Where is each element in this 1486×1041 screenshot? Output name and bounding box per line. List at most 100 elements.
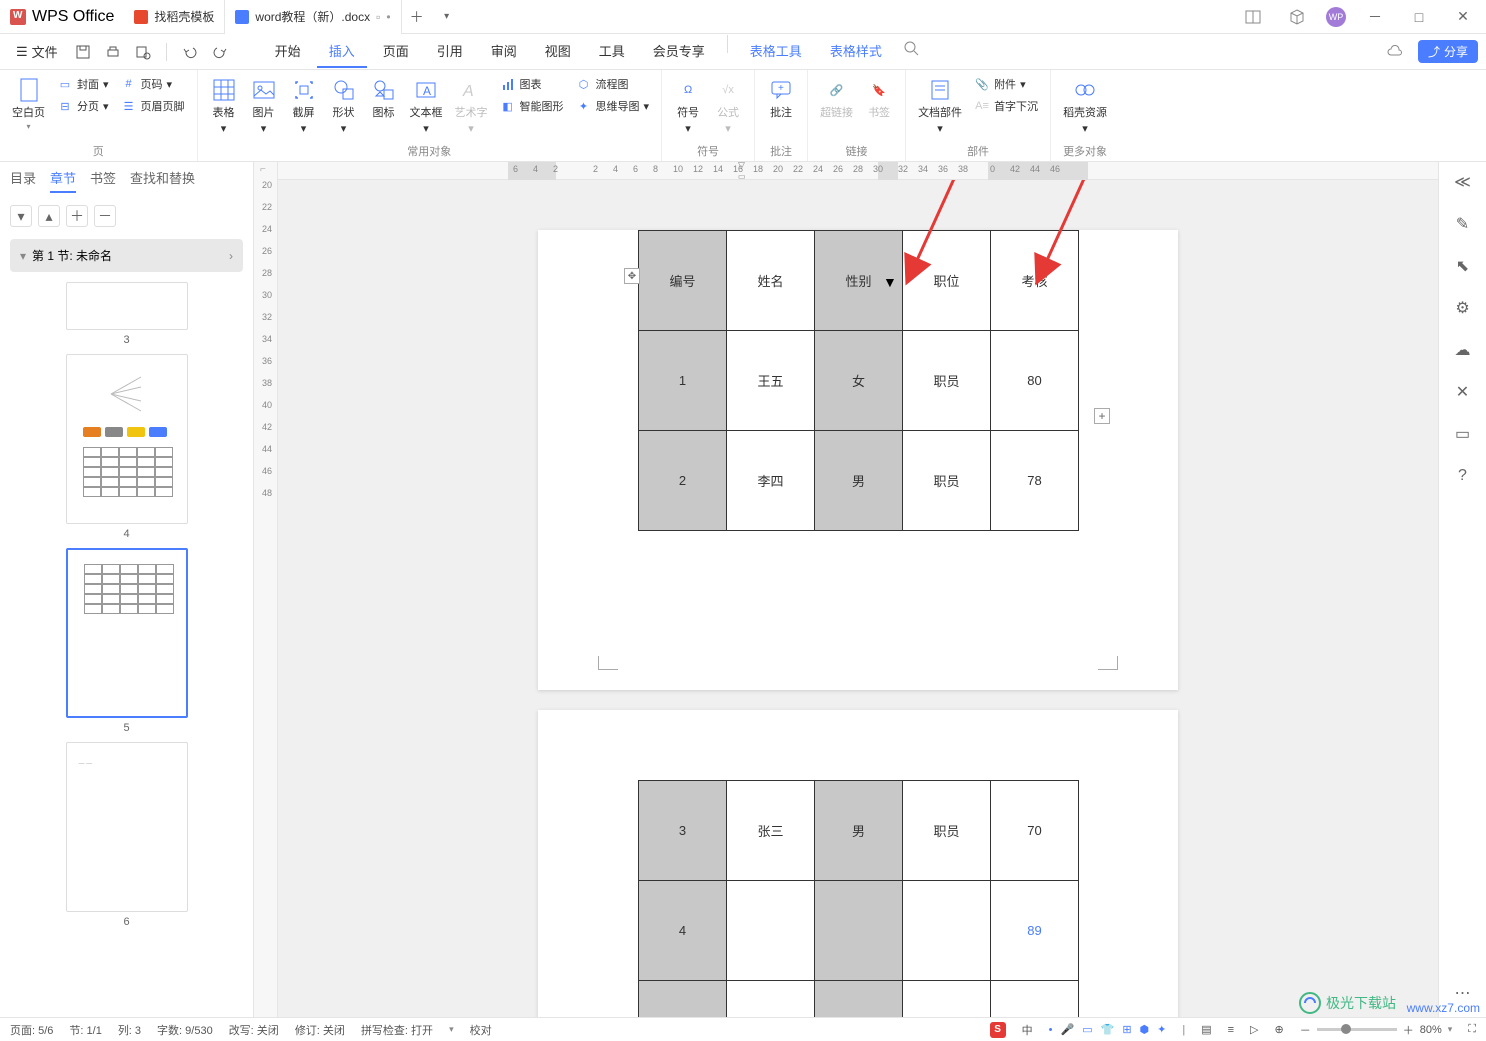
flowchart-button[interactable]: ⬡流程图 [570,74,656,94]
lefttab-bookmarks[interactable]: 书签 [90,168,116,193]
new-tab-button[interactable]: ＋ [402,2,432,32]
section-row[interactable]: ▾ 第 1 节: 未命名 › [10,239,243,272]
symbol-button[interactable]: Ω符号 ▾ [668,74,708,139]
up-icon[interactable]: ▴ [38,205,60,227]
table-button[interactable]: 表格 ▾ [204,74,244,139]
tray-icon[interactable]: ▭ [1082,1023,1092,1036]
mindmap-button[interactable]: ✦思维导图 ▾ [570,96,656,116]
ime-icon[interactable]: S [990,1022,1006,1038]
wordart-button[interactable]: A艺术字 ▾ [449,74,494,139]
headerfooter-button[interactable]: ☰页眉页脚 [115,96,191,116]
view-page-icon[interactable]: ▤ [1201,1023,1211,1036]
rb-pencil-icon[interactable]: ✎ [1449,210,1477,238]
tab-page[interactable]: 页面 [371,35,421,68]
table-row[interactable]: 编号 姓名 性别 职位 考核 [639,231,1079,331]
tab-review[interactable]: 审阅 [479,35,529,68]
screenshot-button[interactable]: 截屏 ▾ [284,74,324,139]
pagenum-button[interactable]: #页码 ▾ [115,74,191,94]
rb-collapse-icon[interactable]: ≪ [1449,168,1477,196]
window-minimize[interactable]: － [1360,2,1390,32]
remove-icon[interactable]: － [94,205,116,227]
window-maximize[interactable]: □ [1404,2,1434,32]
panel-icon[interactable] [1238,2,1268,32]
sb-col[interactable]: 列: 3 [118,1022,141,1038]
tab-insert[interactable]: 插入 [317,35,367,68]
table-move-handle[interactable]: ✥ [624,268,640,284]
docpart-button[interactable]: 文档部件 ▾ [912,74,968,139]
tray-mic-icon[interactable]: 🎤 [1061,1023,1075,1036]
tab-tablestyle[interactable]: 表格样式 [818,35,894,68]
save-icon[interactable] [70,39,96,65]
sb-revision[interactable]: 修订: 关闭 [295,1022,345,1038]
zoom-in-button[interactable]: ＋ [1403,1022,1414,1038]
view-outline-icon[interactable]: ≡ [1228,1024,1234,1036]
table-row[interactable]: 4 89 [639,881,1079,981]
rb-doc-icon[interactable]: ▭ [1449,420,1477,448]
tab-view[interactable]: 视图 [533,35,583,68]
rb-settings-icon[interactable]: ⚙ [1449,294,1477,322]
tab-ref[interactable]: 引用 [425,35,475,68]
rb-help-icon[interactable]: ? [1449,462,1477,490]
shape-button[interactable]: 形状 ▾ [324,74,364,139]
textbox-button[interactable]: A文本框 ▾ [404,74,449,139]
smartart-button[interactable]: ◧智能图形 [494,96,570,116]
th-score[interactable]: 考核 [991,231,1079,331]
print-preview-icon[interactable] [130,39,156,65]
sb-page[interactable]: 页面: 5/6 [10,1022,53,1038]
hyperlink-button[interactable]: 🔗超链接 [814,74,859,124]
tab-tabletools[interactable]: 表格工具 [738,35,814,68]
th-id[interactable]: 编号 [639,231,727,331]
tab-templates[interactable]: 找稻壳模板 [124,0,225,34]
bookmark-button[interactable]: 🔖书签 [859,74,899,124]
lefttab-toc[interactable]: 目录 [10,168,36,193]
tab-menu-icon[interactable]: ▫ [376,10,380,24]
tab-pin-icon[interactable]: • [386,10,390,24]
icon-button[interactable]: 图标 [364,74,404,124]
sb-ime[interactable]: 中 [1022,1022,1033,1038]
table-row[interactable]: 1 王五 女 职员 80 [639,331,1079,431]
tab-member[interactable]: 会员专享 [641,35,717,68]
undo-icon[interactable] [177,39,203,65]
th-name[interactable]: 姓名 [727,231,815,331]
th-pos[interactable]: 职位 [903,231,991,331]
view-read-icon[interactable]: ▷ [1250,1023,1258,1036]
sb-spell[interactable]: 拼写检查: 打开 [361,1022,433,1038]
file-menu[interactable]: ☰ 文件 [8,38,66,65]
share-button[interactable]: ⤴ 分享 [1418,40,1478,63]
sb-proof[interactable]: 校对 [470,1022,492,1038]
tab-list-button[interactable]: ▾ [432,2,462,32]
add-icon[interactable]: ＋ [66,205,88,227]
thumb-3[interactable] [66,282,188,330]
zoom-out-button[interactable]: － [1300,1022,1311,1038]
tray-icon[interactable]: ⊞ [1122,1023,1131,1036]
avatar[interactable]: WP [1326,7,1346,27]
blank-page-button[interactable]: 空白页▾ [6,74,51,135]
fullscreen-icon[interactable]: ⛶ [1468,1023,1476,1036]
view-web-icon[interactable]: ⊕ [1275,1023,1284,1036]
formula-button[interactable]: √x公式 ▾ [708,74,748,139]
print-icon[interactable] [100,39,126,65]
thumb-4[interactable] [66,354,188,524]
rb-select-icon[interactable]: ⬉ [1449,252,1477,280]
chart-button[interactable]: 图表 [494,74,570,94]
redo-icon[interactable] [207,39,233,65]
rb-tools-icon[interactable]: ✕ [1449,378,1477,406]
pagebreak-button[interactable]: ⊟分页 ▾ [51,96,115,116]
attachment-button[interactable]: 📎附件 ▾ [968,74,1044,94]
cube-icon[interactable] [1282,2,1312,32]
tray-icon[interactable]: • [1049,1024,1053,1036]
add-column-button[interactable]: + [1094,408,1110,424]
table-row[interactable]: 3 张三 男 职员 70 [639,781,1079,881]
tab-document[interactable]: word教程（新）.docx ▫ • [225,0,401,34]
window-close[interactable]: ✕ [1448,2,1478,32]
lefttab-sections[interactable]: 章节 [50,168,76,193]
sb-section[interactable]: 节: 1/1 [69,1022,101,1038]
document-scroll[interactable]: ✥ ▼ 编号 姓名 性别 职位 考核 1 王五 女 职员 80 [278,180,1438,1017]
search-icon[interactable] [898,35,924,61]
cover-button[interactable]: ▭封面 ▾ [51,74,115,94]
cloud-icon[interactable] [1382,39,1408,65]
resource-button[interactable]: 稻壳资源 ▾ [1057,74,1113,139]
data-table-1[interactable]: 编号 姓名 性别 职位 考核 1 王五 女 职员 80 2 李四 男 [638,230,1079,531]
collapse-icon[interactable]: ▾ [10,205,32,227]
tray-icon[interactable]: 👕 [1101,1023,1115,1036]
